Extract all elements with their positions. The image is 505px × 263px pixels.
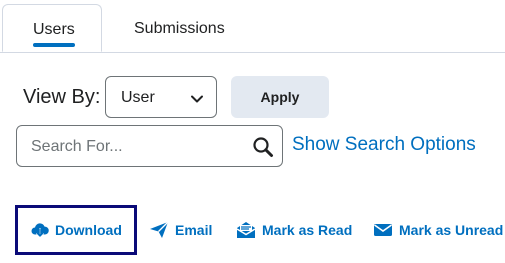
page: Users Submissions View By: User Apply Sh…	[0, 0, 505, 263]
paper-plane-icon	[149, 221, 169, 239]
tab-submissions-label: Submissions	[134, 20, 225, 37]
tab-users[interactable]: Users	[2, 4, 102, 52]
show-search-options-link[interactable]: Show Search Options	[292, 134, 476, 156]
search-field	[16, 125, 283, 167]
mark-as-read-label: Mark as Read	[262, 222, 353, 238]
apply-button[interactable]: Apply	[231, 76, 329, 118]
download-label: Download	[55, 222, 122, 238]
cloud-download-icon	[31, 222, 49, 238]
mark-as-unread-button[interactable]: Mark as Unread	[373, 205, 503, 255]
view-by-label: View By:	[23, 86, 101, 108]
email-button[interactable]: Email	[149, 205, 212, 255]
mark-as-unread-label: Mark as Unread	[399, 222, 504, 238]
search-input[interactable]	[31, 136, 241, 158]
tab-submissions[interactable]: Submissions	[118, 4, 238, 52]
tab-users-label: Users	[33, 21, 75, 38]
view-by-selected-value: User	[121, 89, 155, 106]
tab-bar: Users Submissions	[0, 0, 505, 53]
view-by-select[interactable]: User	[105, 76, 217, 118]
tab-selected-indicator	[33, 43, 75, 47]
envelope-open-icon	[236, 221, 256, 239]
download-button[interactable]: Download	[15, 205, 137, 255]
mark-as-read-button[interactable]: Mark as Read	[236, 205, 352, 255]
chevron-down-icon	[190, 92, 204, 110]
email-label: Email	[175, 222, 213, 238]
envelope-icon	[373, 222, 393, 238]
search-icon[interactable]	[252, 136, 274, 163]
